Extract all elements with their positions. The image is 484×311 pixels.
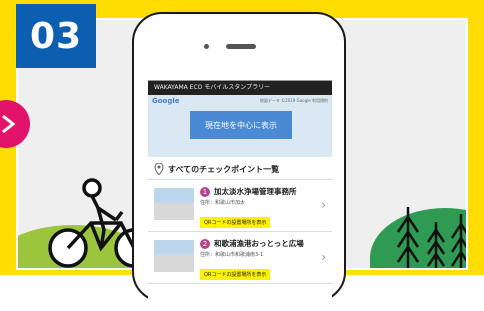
google-logo: Google (152, 97, 180, 105)
app-title-bar: WAKAYAMA ECO モバイルスタンプラリー (148, 81, 332, 95)
checkpoint-number: 2 (200, 238, 210, 249)
checkpoint-text: 2 和歌浦漁港おっとっと広場 住所：和歌山市和歌浦南3-1 QRコードの設置場所… (200, 238, 328, 280)
checkpoint-photo (154, 188, 194, 220)
phone-speaker (226, 44, 256, 49)
map-credit: 地図データ ©2019 Google 利用規約 (259, 98, 328, 103)
qr-location-button[interactable]: QRコードの設置場所を表示 (200, 217, 271, 228)
checkpoint-item[interactable]: 1 加太淡水浄場管理事務所 住所：和歌山市加太 QRコードの設置場所を表示 › (148, 180, 332, 232)
checkpoint-photo (154, 240, 194, 272)
map-pin-icon (154, 163, 164, 175)
checkpoint-list-heading: すべてのチェックポイント一覧 (148, 157, 332, 180)
chevron-right-icon: › (321, 198, 326, 212)
checkpoint-address: 住所：和歌山市加太 (200, 200, 246, 206)
chevron-right-icon (2, 114, 16, 134)
yellow-frame: 03 WAKAYAMA ECO モバイルスタンプラリー Google 地図データ… (0, 0, 484, 311)
chevron-right-icon: › (321, 250, 326, 264)
step-number-badge: 03 (16, 4, 96, 68)
pine-trees-icon (396, 207, 466, 268)
center-current-location-button[interactable]: 現在地を中心に表示 (190, 111, 292, 139)
checkpoint-title-row: 1 加太淡水浄場管理事務所 (200, 186, 328, 197)
phone-screen: WAKAYAMA ECO モバイルスタンプラリー Google 地図データ ©2… (148, 80, 332, 311)
checkpoint-text: 1 加太淡水浄場管理事務所 住所：和歌山市加太 QRコードの設置場所を表示 (200, 186, 328, 228)
checkpoint-title-row: 2 和歌浦漁港おっとっと広場 (200, 238, 328, 249)
checkpoint-name: 加太淡水浄場管理事務所 (214, 187, 297, 196)
checkpoint-number: 1 (200, 186, 210, 197)
checkpoint-item[interactable]: 2 和歌浦漁港おっとっと広場 住所：和歌山市和歌浦南3-1 QRコードの設置場所… (148, 232, 332, 284)
phone-camera (204, 44, 209, 49)
map-area[interactable]: Google 地図データ ©2019 Google 利用規約 現在地を中心に表示 (148, 95, 332, 157)
smartphone-mockup: WAKAYAMA ECO モバイルスタンプラリー Google 地図データ ©2… (132, 12, 346, 311)
list-heading-text: すべてのチェックポイント一覧 (168, 164, 280, 174)
checkpoint-address: 住所：和歌山市和歌浦南3-1 (200, 252, 264, 258)
checkpoint-name: 和歌浦漁港おっとっと広場 (214, 239, 304, 248)
